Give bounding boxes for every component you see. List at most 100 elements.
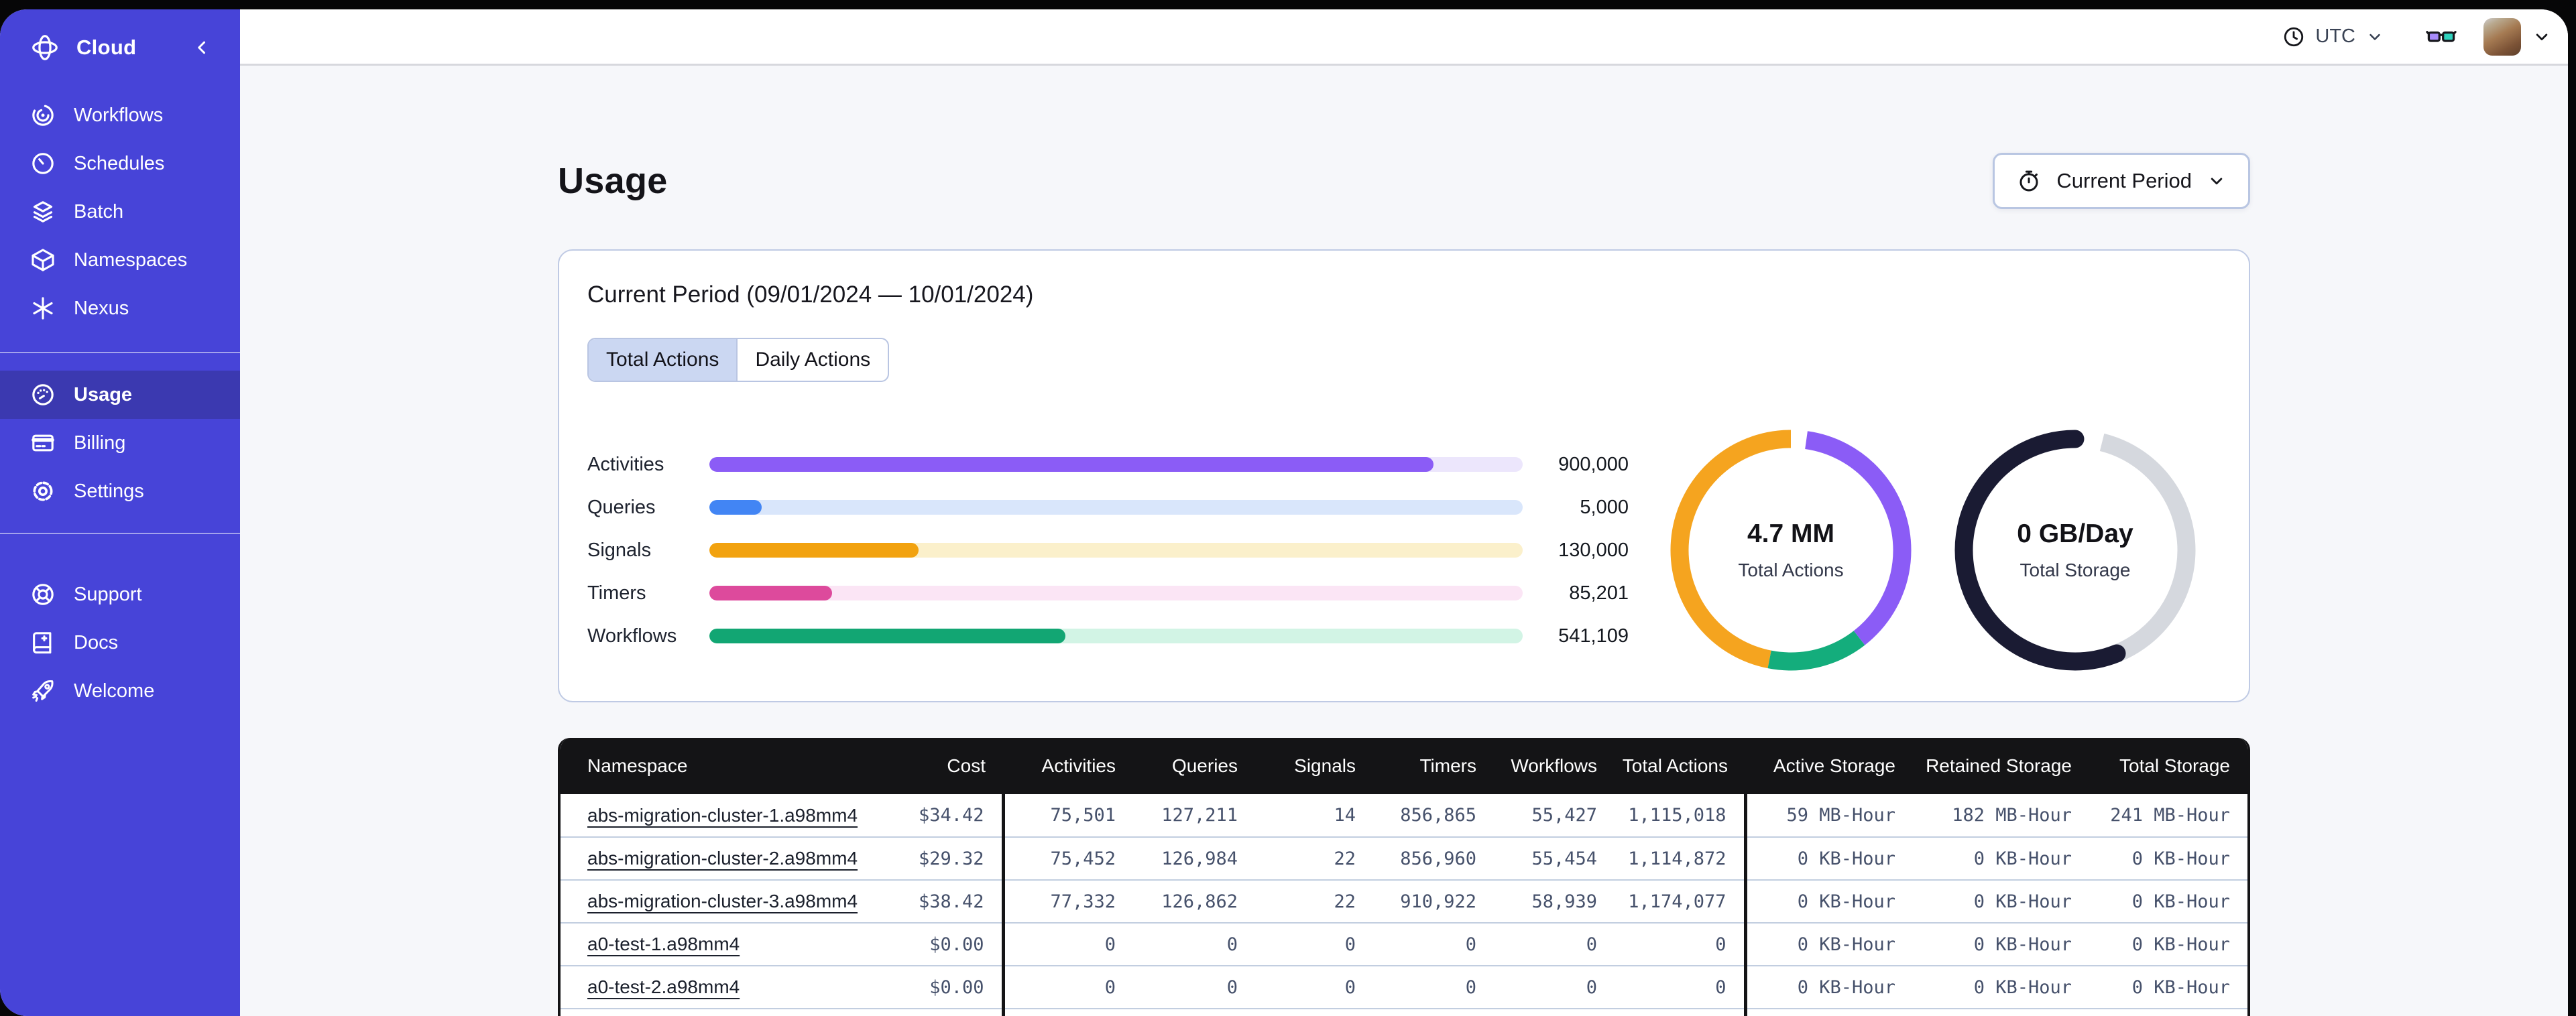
feedback-glasses-icon[interactable] [2426,21,2457,52]
bar-value: 541,109 [1558,625,1629,647]
retained-storage-cell: 0 KB-Hour [1913,922,2089,966]
namespace-cell: bk-worker-test.a98mm4 [561,1008,827,1016]
table-row: abs-migration-cluster-1.a98mm4 $34.42 75… [561,794,2247,837]
sidebar-item-nexus[interactable]: Nexus [0,284,240,332]
namespace-link[interactable]: abs-migration-cluster-3.a98mm4 [587,891,858,911]
sidebar: Cloud Workflows Schedules Batch Namespac… [0,9,240,1016]
avatar[interactable] [2483,17,2521,56]
bar-label: Signals [587,539,652,561]
timers-cell: 0 [1373,1008,1494,1016]
namespace-link[interactable]: abs-migration-cluster-1.a98mm4 [587,805,858,826]
period-select-button[interactable]: Current Period [1993,153,2250,209]
settings-icon [30,478,56,505]
signals-cell: 0 [1255,922,1373,966]
bar-fill [709,457,1433,472]
total-actions-cell: 1,114,872 [1615,836,1745,880]
queries-cell: 127,211 [1161,805,1238,826]
workflows-cell: 0 [1494,965,1615,1009]
timers-cell: 0 [1373,965,1494,1009]
total-actions-donut: 4.7 MM Total Actions [1670,430,1912,671]
cost-cell: $0.00 [827,922,1003,966]
bar-fill [709,629,1066,643]
queries-cell: 0 [1133,1008,1255,1016]
namespace-link[interactable]: abs-migration-cluster-2.a98mm4 [587,848,858,869]
sidebar-item-namespaces[interactable]: Namespaces [0,236,240,284]
namespace-link[interactable]: a0-test-1.a98mm4 [587,934,740,954]
sidebar-item-support[interactable]: Support [0,570,240,619]
namespace-cell: abs-migration-cluster-1.a98mm4 [561,794,858,837]
clock-icon [2282,25,2305,48]
total-storage-cell: 0 KB-Hour [2089,1008,2247,1016]
column-header: Namespace [561,738,827,794]
table-row: abs-migration-cluster-2.a98mm4 $29.32 75… [561,836,2247,880]
retained-storage-cell: 182 MB-Hour [1952,805,2072,826]
timers-cell: 856,960 [1373,836,1494,880]
bar-track [709,500,1523,515]
table-row: bk-worker-test.a98mm4 $0.00 0 0 0 0 1 1 … [561,1008,2247,1016]
sidebar-item-label: Usage [74,383,133,405]
temporal-logo-icon [30,32,60,63]
sidebar-collapse-button[interactable] [190,36,213,59]
column-header: Queries [1133,738,1255,794]
column-header: Retained Storage [1913,738,2089,794]
bar-row-signals: Signals 130,000 [587,529,1629,572]
namespace-usage-table: Namespace Cost Activities Queries Signal… [558,738,2250,1016]
sidebar-item-workflows[interactable]: Workflows [0,91,240,139]
table-row: a0-test-1.a98mm4 $0.00 0 0 0 0 0 0 0 KB-… [561,922,2247,966]
timezone-selector[interactable]: UTC [2282,25,2384,48]
sidebar-item-batch[interactable]: Batch [0,188,240,236]
active-storage-cell: 0 KB-Hour [1743,836,1913,880]
user-menu-chevron-down-icon[interactable] [2532,27,2552,47]
activities-cell: 75,501 [1001,794,1133,837]
sidebar-item-label: Batch [74,200,124,223]
sidebar-item-welcome[interactable]: Welcome [0,667,240,715]
sidebar-item-billing[interactable]: Billing [0,419,240,467]
activities-cell: 75,452 [1001,836,1133,880]
queries-cell: 126,862 [1133,879,1255,923]
timers-cell: 856,865 [1400,805,1476,826]
bar-fill [709,586,833,600]
column-header: Timers [1373,738,1494,794]
bar-label: Activities [587,453,664,475]
workflows-cell: 55,454 [1494,836,1615,880]
donut-value: 0 GB/Day [2017,519,2133,548]
card-heading: Current Period (09/01/2024 — 10/01/2024) [587,281,1034,308]
bar-row-activities: Activities 900,000 [587,443,1629,486]
nexus-icon [30,295,56,322]
bar-label: Timers [587,582,646,604]
workflows-cell: 58,939 [1494,879,1615,923]
donut-label: Total Storage [2019,560,2131,580]
sidebar-item-label: Settings [74,480,144,502]
bar-row-workflows: Workflows 541,109 [587,615,1629,657]
bar-track [709,586,1523,600]
retained-storage-cell: 0 KB-Hour [1913,965,2089,1009]
sidebar-item-schedules[interactable]: Schedules [0,139,240,188]
docs-icon [30,629,56,656]
sidebar-item-settings[interactable]: Settings [0,467,240,515]
column-header: Cost [827,738,1003,794]
total-storage-donut: 0 GB/Day Total Storage [1954,430,2196,671]
topbar: UTC [240,9,2568,66]
signals-cell: 14 [1334,805,1356,826]
total-actions-cell: 0 [1615,965,1745,1009]
active-storage-cell: 59 MB-Hour [1743,794,1913,837]
usage-icon [30,381,56,408]
sidebar-divider [0,352,240,353]
chevron-down-icon [2207,171,2227,191]
retained-storage-cell: 0 KB-Hour [1913,1008,2089,1016]
sidebar-item-label: Schedules [74,152,165,174]
namespace-link[interactable]: a0-test-2.a98mm4 [587,976,740,997]
column-header: Activities [1003,738,1133,794]
timers-cell: 910,922 [1373,879,1494,923]
total-actions-cell: 0 [1615,922,1745,966]
total-storage-cell: 0 KB-Hour [2089,836,2247,880]
donut-label: Total Actions [1738,560,1844,580]
sidebar-item-docs[interactable]: Docs [0,619,240,667]
tab-daily-actions[interactable]: Daily Actions [736,339,888,381]
activities-cell: 0 [1001,1008,1133,1016]
sidebar-item-usage[interactable]: Usage [0,371,240,419]
bar-track [709,629,1523,643]
billing-icon [30,430,56,456]
cost-cell: $0.00 [827,965,1003,1009]
tab-total-actions[interactable]: Total Actions [589,339,737,381]
